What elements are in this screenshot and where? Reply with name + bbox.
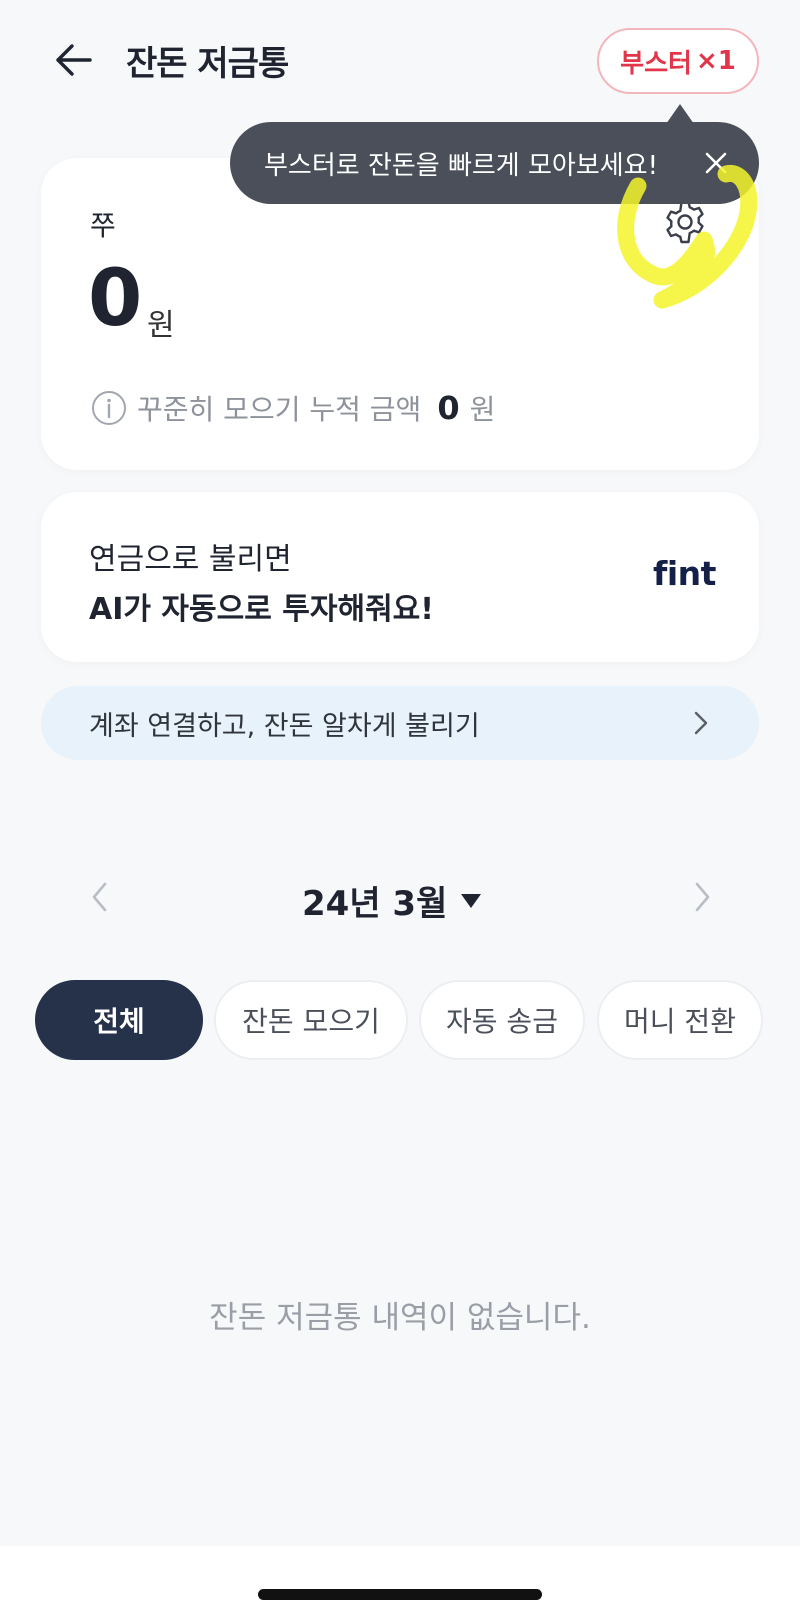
chevron-right-icon — [695, 882, 710, 912]
pension-line1: 연금으로 불리면 — [89, 542, 292, 577]
booster-label: 부스터 — [620, 48, 692, 79]
link-banner-text: 계좌 연결하고, 잔돈 알차게 불리기 — [89, 710, 480, 742]
arrow-left-icon — [56, 44, 92, 76]
bottom-safe-area — [0, 1546, 800, 1617]
tooltip-close-button[interactable] — [701, 148, 731, 178]
accumulated-amount: 0 — [437, 389, 460, 427]
prev-month-button[interactable] — [86, 880, 114, 914]
close-icon — [705, 152, 727, 174]
home-indicator[interactable] — [258, 1589, 542, 1600]
caret-down-icon — [461, 893, 482, 908]
accumulated-row: 꾸준히 모으기 누적 금액 0 원 — [91, 388, 495, 428]
tooltip-text: 부스터로 잔돈을 빠르게 모아보세요! — [264, 150, 659, 181]
next-month-button[interactable] — [688, 880, 716, 914]
balance-unit: 원 — [147, 308, 175, 343]
booster-count: ×1 — [695, 46, 736, 76]
month-selector[interactable]: 24년 3월 — [302, 876, 483, 925]
empty-state-message: 잔돈 저금통 내역이 없습니다. — [209, 1300, 591, 1336]
accumulated-label: 꾸준히 모으기 누적 금액 — [137, 393, 422, 426]
chevron-right-icon — [694, 711, 708, 735]
filter-chip-money-convert[interactable]: 머니 전환 — [597, 980, 763, 1060]
info-icon[interactable] — [91, 390, 127, 426]
accumulated-unit: 원 — [469, 393, 496, 426]
month-navigator: 24년 3월 — [0, 866, 800, 930]
filter-chip-change-saving[interactable]: 잔돈 모으기 — [214, 980, 408, 1060]
page-title: 잔돈 저금통 — [126, 44, 289, 84]
month-label: 24년 3월 — [302, 884, 448, 924]
owner-name: 쭈 — [90, 209, 116, 242]
fint-logo: fint — [653, 554, 716, 593]
tooltip-arrow — [666, 104, 694, 124]
back-button[interactable] — [50, 38, 98, 82]
booster-button[interactable]: 부스터 ×1 — [597, 28, 759, 94]
filter-chip-auto-transfer[interactable]: 자동 송금 — [419, 980, 585, 1060]
pension-line2: AI가 자동으로 투자해줘요! — [89, 592, 434, 627]
balance-card: 쭈 0 원 꾸준히 모으기 누적 금액 0 원 — [41, 158, 759, 470]
settings-button[interactable] — [661, 198, 709, 246]
account-link-banner[interactable]: 계좌 연결하고, 잔돈 알차게 불리기 — [41, 686, 759, 760]
chevron-left-icon — [92, 882, 107, 912]
booster-tooltip: 부스터로 잔돈을 빠르게 모아보세요! — [230, 122, 759, 204]
filter-chip-all[interactable]: 전체 — [35, 980, 203, 1060]
app-header: 잔돈 저금통 부스터 ×1 — [0, 0, 800, 120]
balance-amount: 0 — [88, 254, 143, 344]
pension-promo-card[interactable]: 연금으로 불리면 AI가 자동으로 투자해줘요! fint — [41, 492, 759, 662]
gear-icon — [666, 200, 704, 244]
filter-chips: 전체 잔돈 모으기 자동 송금 머니 전환 — [35, 980, 800, 1060]
